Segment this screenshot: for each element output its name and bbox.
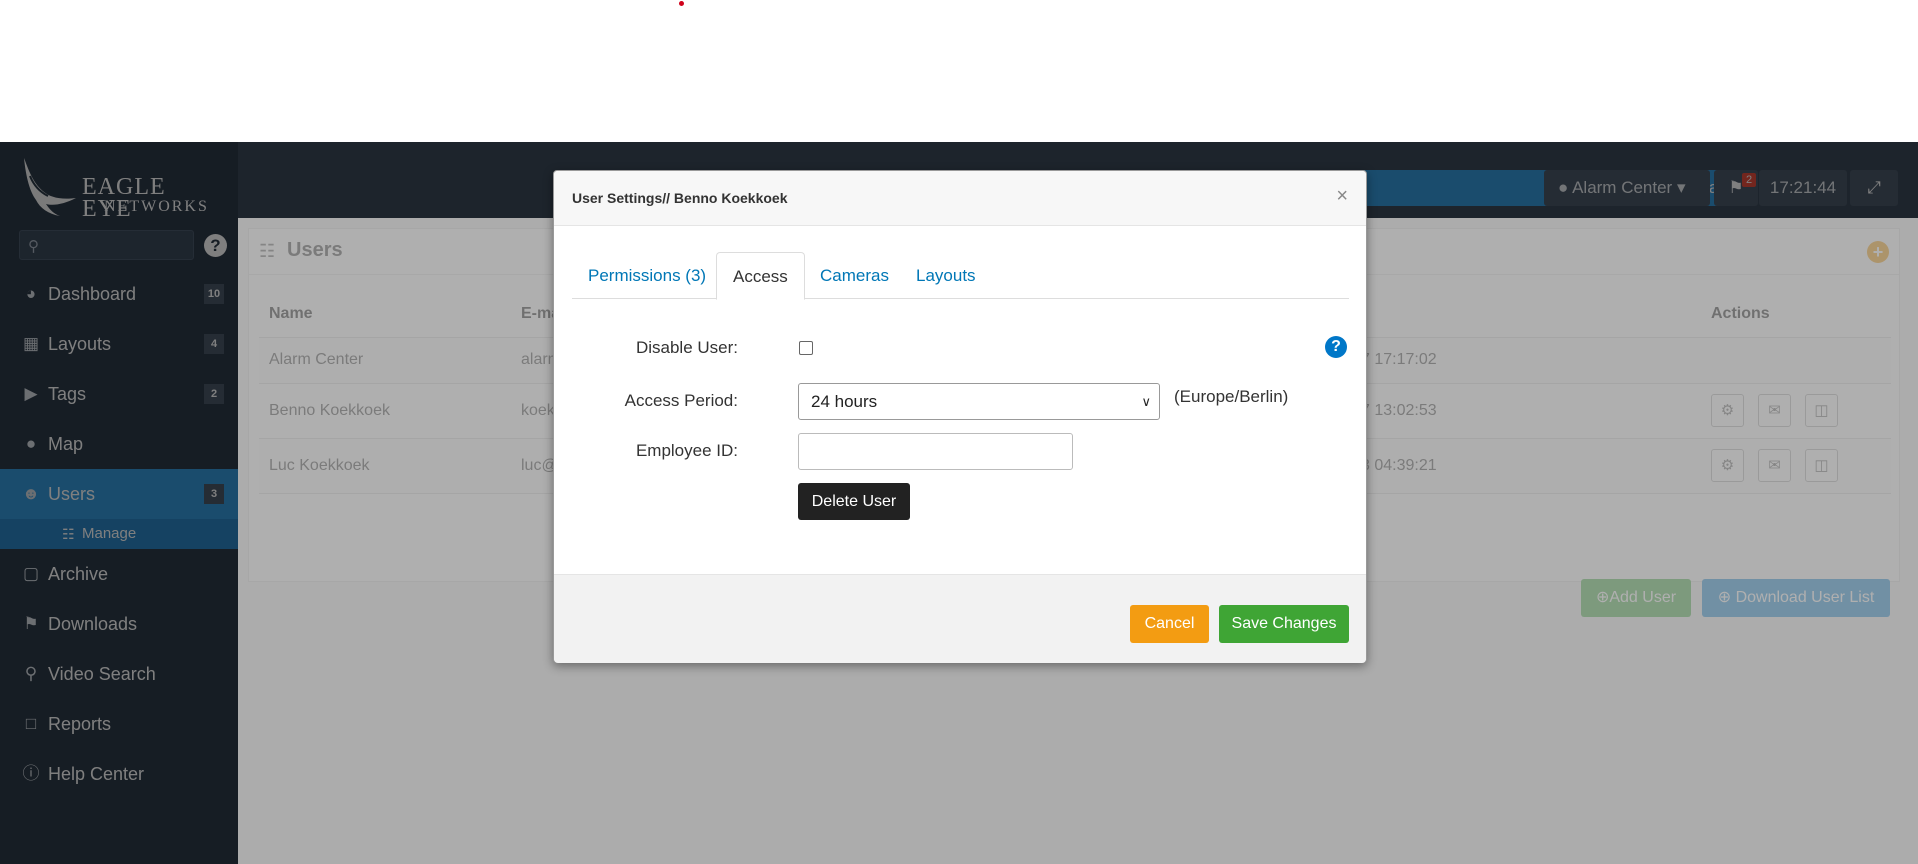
access-period-label: Access Period:: [624, 391, 738, 410]
disable-user-checkbox[interactable]: [799, 341, 813, 355]
user-settings-modal: User Settings// Benno Koekkoek × Permiss…: [553, 170, 1367, 663]
cancel-button[interactable]: Cancel: [1130, 605, 1209, 643]
modal-footer: Cancel Save Changes: [554, 574, 1366, 663]
tab-cameras[interactable]: Cameras: [804, 252, 905, 299]
access-period-value: 24 hours: [811, 392, 878, 411]
tab-layouts[interactable]: Layouts: [900, 252, 992, 299]
save-changes-button[interactable]: Save Changes: [1219, 605, 1349, 643]
modal-title: User Settings// Benno Koekkoek: [572, 190, 788, 206]
blank-top-area: [0, 0, 1918, 142]
modal-header: User Settings// Benno Koekkoek ×: [554, 171, 1366, 226]
delete-user-button[interactable]: Delete User: [798, 483, 910, 520]
timezone-label: (Europe/Berlin): [1174, 387, 1289, 406]
chevron-down-icon: ∨: [1141, 394, 1151, 409]
employee-id-input[interactable]: [798, 433, 1073, 470]
help-icon[interactable]: ?: [1325, 336, 1347, 358]
close-icon[interactable]: ×: [1336, 186, 1348, 206]
disable-user-label: Disable User:: [635, 338, 738, 357]
employee-id-label: Employee ID:: [635, 441, 738, 460]
tab-access[interactable]: Access: [716, 252, 805, 300]
tab-permissions[interactable]: Permissions (3): [572, 252, 722, 299]
modal-tabs: Permissions (3) Access Cameras Layouts: [572, 252, 1349, 300]
access-period-select[interactable]: 24 hours ∨: [798, 383, 1160, 420]
red-dot: [679, 1, 684, 6]
